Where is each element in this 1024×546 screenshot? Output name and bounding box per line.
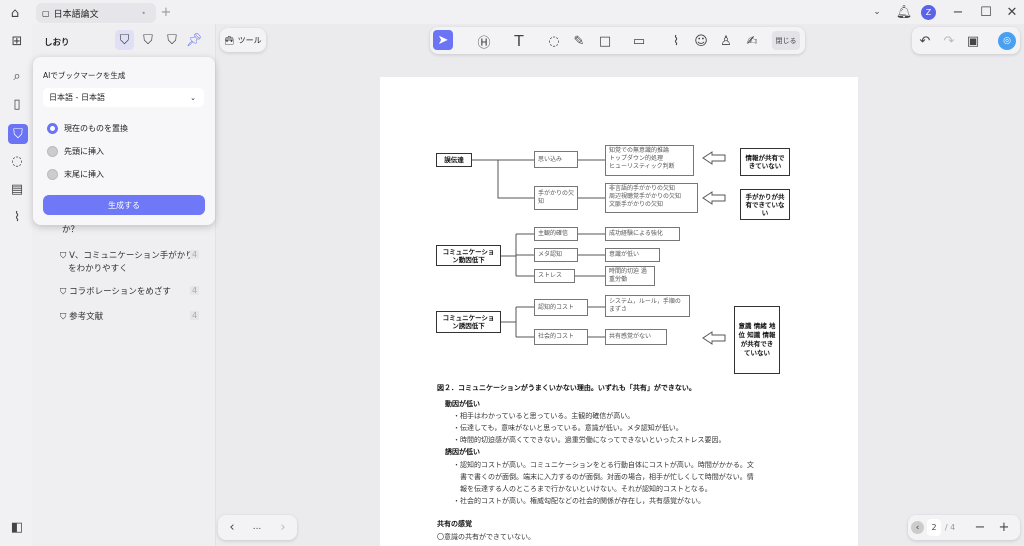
diagram-box: システム，ルール，手順のまずさ bbox=[605, 295, 690, 317]
diagram-box: 知覚での無意識的推論 トップダウン的処理 ヒューリスティック判断 bbox=[605, 145, 694, 176]
ai-bookmark-popup: AIでブックマークを生成 日本語 - 日本語 ⌄ 現在のものを置換 先頭に挿入 末… bbox=[33, 57, 215, 225]
diagram-box: 意識 情緒 地位 知識 情報 が共有できていない bbox=[734, 306, 780, 374]
diagram-box: 思い込み bbox=[534, 151, 578, 168]
diagram-box: 主観的確信 bbox=[534, 227, 578, 241]
popup-title: AIでブックマークを生成 bbox=[43, 71, 126, 80]
diagram-box: 手がかりの欠知 bbox=[534, 186, 578, 210]
diagram-box: 社会的コスト bbox=[534, 329, 588, 345]
radio-replace[interactable]: 現在のものを置換 bbox=[47, 123, 128, 134]
chevron-down-icon: ⌄ bbox=[190, 93, 196, 102]
language-select[interactable]: 日本語 - 日本語 ⌄ bbox=[43, 88, 204, 107]
generate-button[interactable]: 生成する bbox=[43, 195, 205, 215]
diagram-box: コミュニケーション誘因低下 bbox=[436, 311, 501, 333]
diagram-box: ストレス bbox=[534, 269, 575, 283]
diagram-box: コミュニケーション動因低下 bbox=[436, 245, 501, 266]
radio-insert-end[interactable]: 末尾に挿入 bbox=[47, 169, 104, 180]
diagram-box: 非言語的手がかりの欠知 周辺視聴覚手がかりの欠知 文脈手がかりの欠知 bbox=[605, 183, 698, 213]
diagram-box: 手がかりが共有できていない bbox=[740, 189, 790, 220]
diagram-box: 共有感覚がない bbox=[605, 329, 667, 345]
diagram-box: メタ認知 bbox=[534, 248, 578, 262]
diagram-box: 情報が共有できていない bbox=[740, 148, 790, 176]
diagram-box: 成功経験による強化 bbox=[605, 227, 680, 241]
diagram-box: 誤伝達 bbox=[436, 153, 472, 167]
diagram-box: 認知的コスト bbox=[534, 299, 588, 316]
diagram-box: 意識が低い bbox=[605, 248, 660, 262]
diagram-box: 時間的切迫 過重労働 bbox=[605, 266, 655, 286]
radio-insert-top[interactable]: 先頭に挿入 bbox=[47, 146, 104, 157]
